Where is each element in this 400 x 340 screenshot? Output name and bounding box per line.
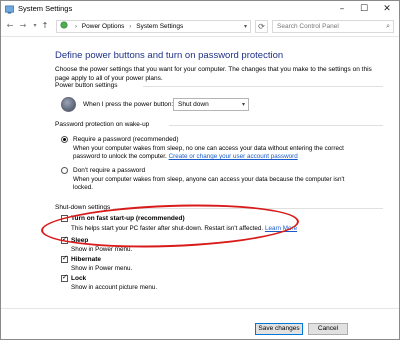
search-placeholder: Search Control Panel — [277, 23, 339, 30]
section-divider — [169, 125, 383, 126]
page-intro: Choose the power settings that you want … — [55, 66, 372, 82]
breadcrumb-separator: › — [129, 23, 132, 30]
no-password-desc-line2: locked. — [73, 184, 93, 191]
require-password-desc-text: password to unlock the computer. — [73, 153, 167, 160]
up-arrow-icon[interactable]: ↑ — [39, 20, 51, 32]
power-button-section-title: Power button settings — [55, 82, 118, 89]
cancel-button[interactable]: Cancel — [308, 323, 348, 335]
power-button-icon — [61, 97, 76, 112]
refresh-icon[interactable]: ⟳ — [255, 20, 268, 33]
shutdown-section-title: Shut-down settings — [55, 204, 111, 211]
chevron-down-icon: ▾ — [241, 101, 245, 108]
fast-startup-desc-row: This helps start your PC faster after sh… — [71, 225, 297, 234]
page-title: Define power buttons and turn on passwor… — [55, 50, 284, 61]
window-title: System Settings — [18, 4, 73, 13]
no-password-desc: When your computer wakes from sleep, any… — [73, 176, 345, 183]
learn-more-link[interactable]: Learn More — [265, 225, 297, 232]
lock-label: Lock — [71, 275, 87, 282]
power-button-label: When I press the power button: — [83, 101, 174, 108]
require-password-label: Require a password (recommended) — [73, 136, 179, 143]
address-bar[interactable]: › Power Options › System Settings ▾ — [56, 20, 251, 33]
lock-desc: Show in account picture menu. — [71, 284, 158, 291]
control-panel-icon — [5, 5, 14, 14]
hibernate-checkbox[interactable] — [61, 254, 68, 263]
section-divider — [143, 86, 383, 87]
maximize-button[interactable]: ☐ — [353, 1, 375, 18]
footer-divider — [1, 308, 399, 309]
breadcrumb-system-settings[interactable]: System Settings — [136, 23, 183, 30]
password-section-title: Password protection on wake-up — [55, 121, 150, 128]
no-password-radio[interactable] — [61, 167, 68, 174]
fast-startup-label: Turn on fast start-up (recommended) — [71, 215, 185, 222]
fast-startup-desc: This helps start your PC faster after sh… — [71, 225, 264, 232]
search-icon: ⌕ — [386, 22, 390, 30]
require-password-desc-line2: password to unlock the computer. Create … — [73, 153, 298, 162]
forward-arrow-icon[interactable]: → — [17, 20, 29, 32]
breadcrumb-separator: › — [74, 23, 77, 30]
system-settings-window: System Settings – ☐ ✕ ← → ▾ ↑ › Power Op… — [0, 0, 400, 340]
sleep-desc: Show in Power menu. — [71, 246, 133, 253]
title-bar: System Settings – ☐ ✕ — [1, 1, 399, 18]
hibernate-desc: Show in Power menu. — [71, 265, 133, 272]
no-password-label: Don't require a password — [73, 167, 146, 174]
hibernate-label: Hibernate — [71, 256, 101, 263]
sleep-checkbox[interactable] — [61, 235, 68, 244]
sleep-label: Sleep — [71, 237, 89, 244]
address-row: ← → ▾ ↑ › Power Options › System Setting… — [1, 18, 399, 35]
power-button-action-select[interactable]: Shut down ▾ — [173, 98, 249, 111]
fast-startup-checkbox[interactable] — [61, 215, 68, 222]
control-panel-icon — [60, 21, 68, 29]
create-password-link[interactable]: Create or change your user account passw… — [169, 153, 298, 160]
save-changes-button[interactable]: Save changes — [255, 323, 303, 335]
section-divider — [113, 208, 383, 209]
search-input[interactable]: Search Control Panel ⌕ — [272, 20, 394, 33]
lock-checkbox[interactable] — [61, 273, 68, 282]
power-button-selected-value: Shut down — [178, 101, 209, 108]
breadcrumb-power-options[interactable]: Power Options — [82, 23, 125, 30]
address-dropdown-icon[interactable]: ▾ — [244, 21, 247, 32]
minimize-button[interactable]: – — [331, 1, 353, 18]
require-password-radio[interactable] — [61, 136, 68, 143]
close-button[interactable]: ✕ — [376, 1, 398, 18]
back-arrow-icon[interactable]: ← — [4, 20, 16, 32]
